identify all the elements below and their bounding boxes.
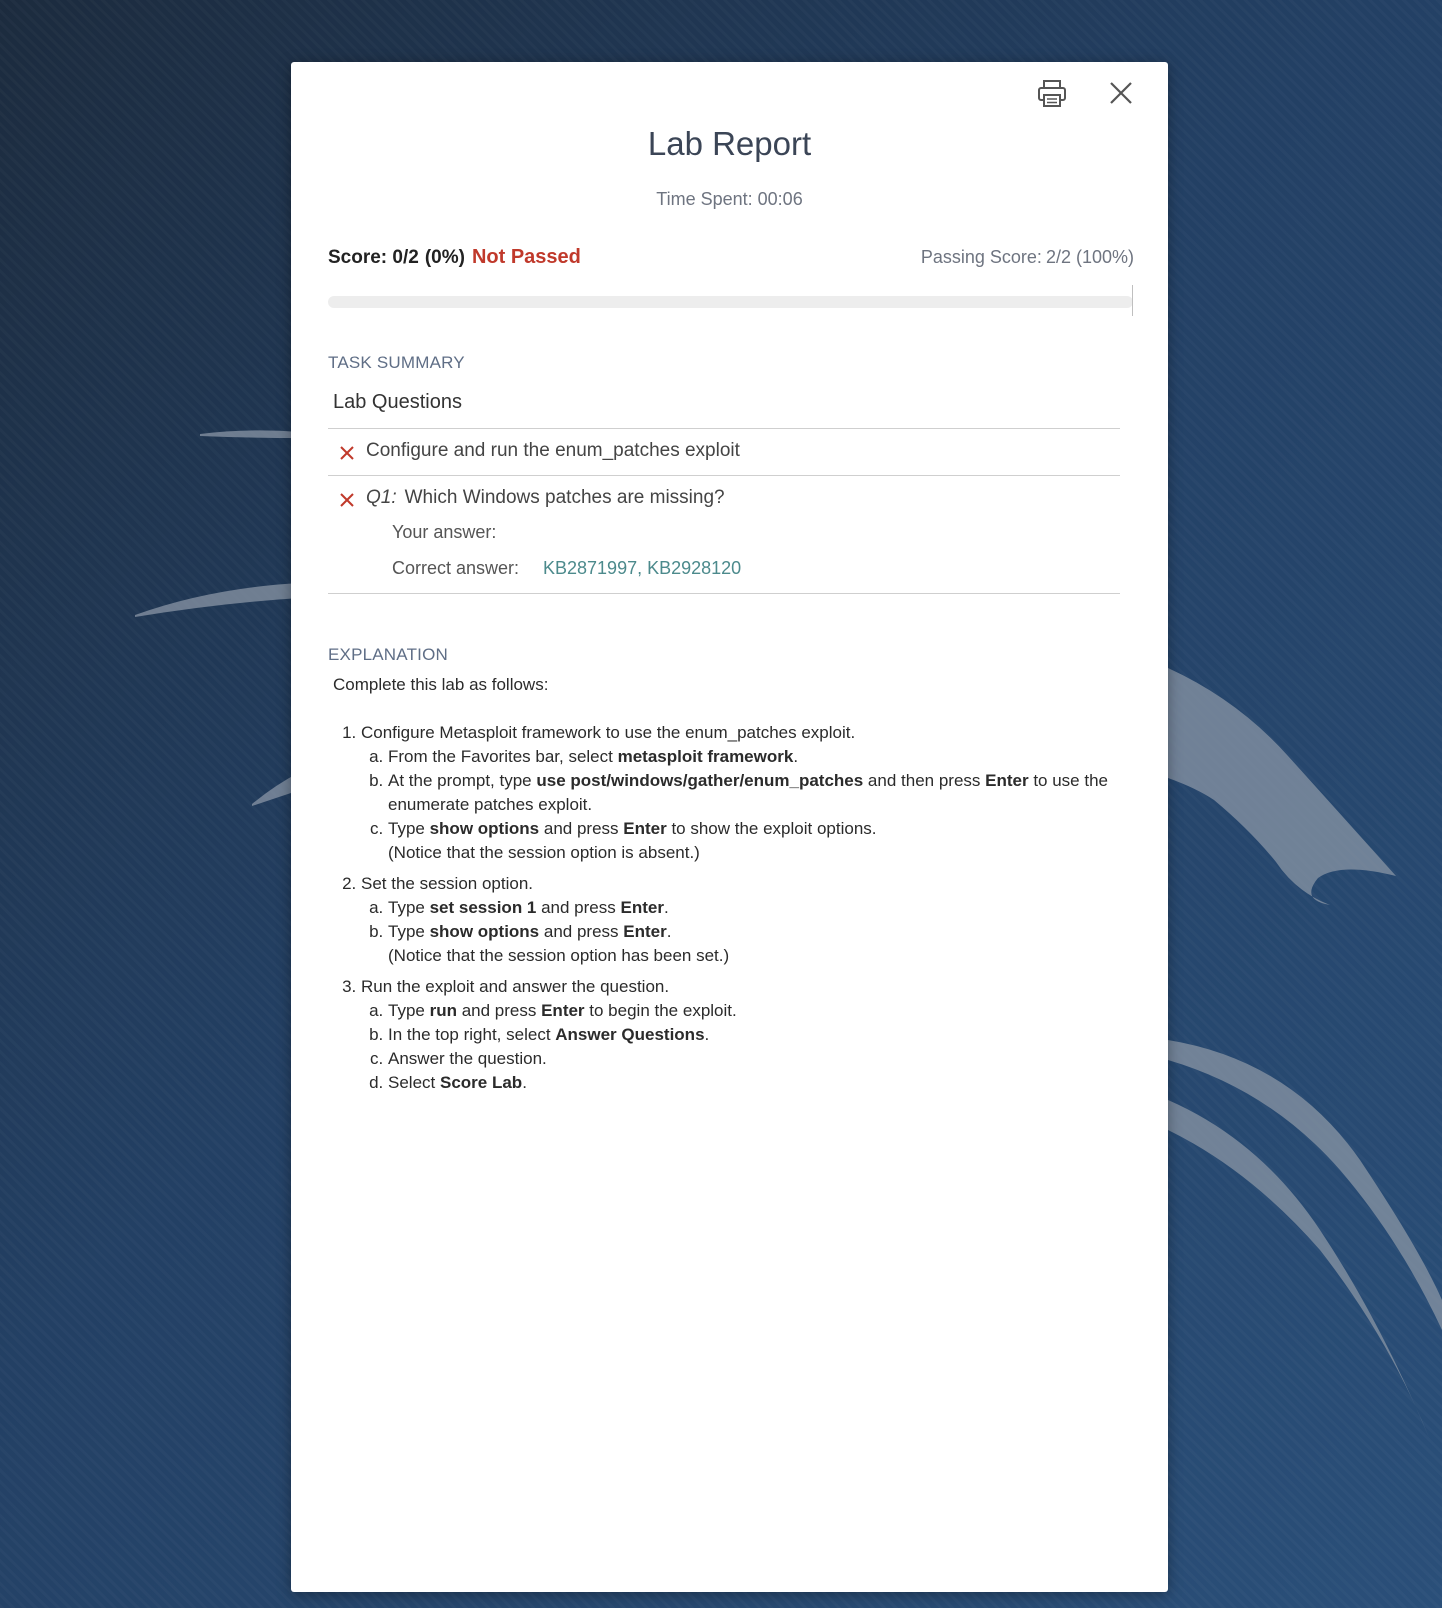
emphasis-text: metasploit framework xyxy=(617,747,794,766)
substep-text: and press xyxy=(539,819,624,838)
explanation-substep: Type show options and press Enter to sho… xyxy=(388,817,1133,865)
substep-text: and then press xyxy=(863,771,986,790)
score-progress-bar xyxy=(328,296,1133,308)
question-label: Q1: xyxy=(366,487,397,508)
question-item: Q1: Which Windows patches are missing? xyxy=(366,487,725,509)
substep-text: (Notice that the session option has been… xyxy=(388,946,730,965)
substep-text: and press xyxy=(536,898,621,917)
divider xyxy=(328,428,1120,429)
substep-text: Type xyxy=(388,922,430,941)
lab-report-dialog: Lab Report Time Spent: 00:06 Score: 0/2 (0… xyxy=(291,62,1168,1592)
substep-text: Answer the question. xyxy=(388,1049,547,1068)
explanation-step: Set the session option. Type set session … xyxy=(361,872,1133,968)
close-button[interactable] xyxy=(1104,76,1138,110)
passing-score: Passing Score: 2/2 (100%) xyxy=(921,247,1134,268)
explanation-intro: Complete this lab as follows: xyxy=(333,675,549,694)
explanation-heading: EXPLANATION xyxy=(328,645,448,664)
score-percent: (0%) xyxy=(424,247,465,268)
emphasis-text: set session 1 xyxy=(429,898,537,917)
correct-answer-label: Correct answer: xyxy=(392,558,520,578)
substep-text: and press xyxy=(456,1001,542,1020)
x-mark-icon xyxy=(340,493,354,507)
emphasis-text: Enter xyxy=(623,922,667,941)
emphasis-text: Answer Questions xyxy=(555,1025,705,1044)
score-value: Score: 0/2 xyxy=(328,247,419,268)
task-item: Configure and run the enum_patches explo… xyxy=(366,440,740,461)
explanation-body: Complete this lab as follows: Configure … xyxy=(333,673,1133,1102)
explanation-substep: Type set session 1 and press Enter. xyxy=(388,896,1133,920)
substep-text: . xyxy=(704,1025,710,1044)
page-title: Lab Report xyxy=(647,125,812,162)
explanation-substep: Type run and press Enter to begin the ex… xyxy=(388,999,1133,1023)
substep-text: . xyxy=(522,1073,527,1092)
explanation-substeps: Type run and press Enter to begin the ex… xyxy=(361,999,1133,1095)
substep-text: Type xyxy=(388,819,430,838)
explanation-step-text: Configure Metasploit framework to use th… xyxy=(361,723,856,742)
lab-questions-title: Lab Questions xyxy=(333,391,462,413)
emphasis-text: Score Lab xyxy=(439,1073,523,1092)
time-spent-value: 00:06 xyxy=(757,189,803,209)
substep-text: Type xyxy=(388,1001,430,1020)
print-button[interactable] xyxy=(1035,76,1069,110)
substep-text: Type xyxy=(388,898,430,917)
emphasis-text: show options xyxy=(429,922,540,941)
emphasis-text: run xyxy=(429,1001,457,1020)
substep-text: (Notice that the session option is absen… xyxy=(388,843,700,862)
explanation-step-text: Set the session option. xyxy=(361,874,534,893)
time-spent-label: Time Spent: xyxy=(656,189,753,209)
divider xyxy=(328,475,1120,476)
explanation-substeps: From the Favorites bar, select metasploi… xyxy=(361,745,1133,865)
emphasis-text: show options xyxy=(429,819,540,838)
emphasis-text: use post/windows/gather/enum_patches xyxy=(536,771,864,790)
explanation-substep: Select Score Lab. xyxy=(388,1071,1133,1095)
divider xyxy=(328,593,1120,594)
substep-text: and press xyxy=(539,922,624,941)
explanation-substep: In the top right, select Answer Question… xyxy=(388,1023,1133,1047)
explanation-substep: At the prompt, type use post/windows/gat… xyxy=(388,769,1133,817)
emphasis-text: Enter xyxy=(985,771,1029,790)
explanation-step-text: Run the exploit and answer the question. xyxy=(361,977,670,996)
emphasis-text: Enter xyxy=(541,1001,585,1020)
your-answer-label: Your answer: xyxy=(392,522,497,542)
substep-text: to show the exploit options. xyxy=(666,819,877,838)
substep-text: . xyxy=(793,747,799,766)
substep-text: to begin the exploit. xyxy=(584,1001,737,1020)
task-summary-heading: TASK SUMMARY xyxy=(328,353,465,372)
substep-text: . xyxy=(666,922,672,941)
substep-text: Select xyxy=(388,1073,440,1092)
emphasis-text: Enter xyxy=(623,819,667,838)
explanation-substeps: Type set session 1 and press Enter.Type … xyxy=(361,896,1133,968)
close-icon xyxy=(1110,82,1132,104)
passing-threshold-marker xyxy=(1132,285,1133,316)
explanation-substep: Type show options and press Enter. (Notic… xyxy=(388,920,1133,968)
status-badge: Not Passed xyxy=(471,246,581,268)
explanation-step: Configure Metasploit framework to use th… xyxy=(361,721,1133,865)
question-text: Which Windows patches are missing? xyxy=(404,487,725,508)
substep-text: At the prompt, type xyxy=(388,771,537,790)
score-summary: Score: 0/2 (0%) Not Passed xyxy=(328,246,581,269)
time-spent: Time Spent: 00:06 xyxy=(291,189,1168,210)
substep-text: . xyxy=(663,898,669,917)
explanation-step: Run the exploit and answer the question.… xyxy=(361,975,1133,1095)
explanation-substep: Answer the question. xyxy=(388,1047,1133,1071)
passing-score-value: 2/2 (100%) xyxy=(1045,247,1134,267)
correct-answer-value: KB2871997, KB2928120 xyxy=(543,558,742,578)
emphasis-text: Enter xyxy=(620,898,664,917)
substep-text: From the Favorites bar, select xyxy=(388,747,618,766)
explanation-substep: From the Favorites bar, select metasploi… xyxy=(388,745,1133,769)
explanation-steps: Configure Metasploit framework to use th… xyxy=(333,721,1133,1095)
substep-text: In the top right, select xyxy=(388,1025,556,1044)
x-mark-icon xyxy=(340,446,354,460)
passing-score-label: Passing Score: xyxy=(920,247,1042,267)
printer-icon xyxy=(1038,80,1066,107)
